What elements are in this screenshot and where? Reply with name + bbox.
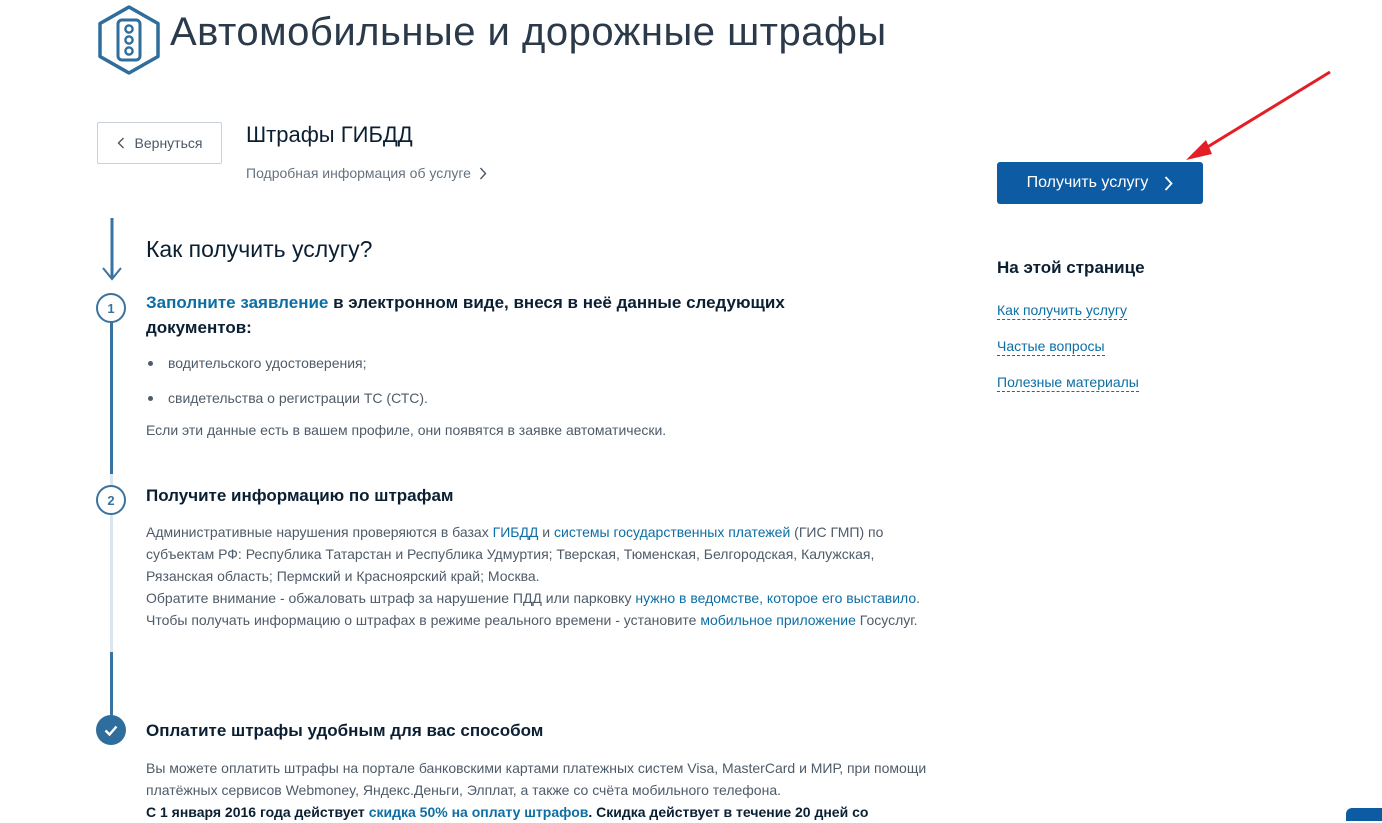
step-2-heading: Получите информацию по штрафам bbox=[146, 486, 454, 505]
text: Обратите внимание - обжаловать штраф за … bbox=[146, 590, 636, 606]
mobile-app-link[interactable]: мобильное приложение bbox=[700, 612, 856, 628]
list-item: водительского удостоверения; bbox=[146, 350, 428, 385]
chevron-right-icon bbox=[1165, 175, 1174, 191]
timeline-progress bbox=[110, 652, 113, 715]
text: Госуслуг. bbox=[855, 612, 918, 628]
get-service-button[interactable]: Получить услугу bbox=[997, 162, 1203, 204]
annotation-arrow-icon bbox=[1186, 70, 1331, 160]
step-3-heading: Оплатите штрафы удобным для вас способом bbox=[146, 721, 544, 740]
text: С 1 января 2016 года действует bbox=[146, 804, 369, 820]
step-2-paragraph-1: Административные нарушения проверяются в… bbox=[146, 521, 931, 631]
chevron-right-icon bbox=[479, 167, 487, 179]
text: Чтобы получать информацию о штрафах в ре… bbox=[146, 612, 701, 628]
toc-link-materials[interactable]: Полезные материалы bbox=[997, 374, 1139, 392]
service-title: Штрафы ГИБДД bbox=[246, 122, 413, 147]
step-1-heading: Заполните заявление в электронном виде, … bbox=[146, 290, 866, 340]
step-1-badge: 1 bbox=[96, 293, 126, 323]
back-button[interactable]: Вернуться bbox=[97, 122, 222, 164]
appeal-agency-link[interactable]: нужно в ведомстве, которое его выставило bbox=[635, 590, 916, 606]
page-title: Автомобильные и дорожные штрафы bbox=[170, 10, 887, 54]
timeline-progress bbox=[110, 319, 113, 474]
text: . bbox=[916, 590, 921, 606]
fill-application-link[interactable]: Заполните заявление bbox=[146, 293, 328, 312]
list-item: свидетельства о регистрации ТС (СТС). bbox=[146, 385, 428, 420]
traffic-light-icon bbox=[98, 5, 160, 75]
service-info-label: Подробная информация об услуге bbox=[246, 165, 471, 181]
profile-note: Если эти данные есть в вашем профиле, он… bbox=[146, 422, 667, 438]
help-widget-button[interactable] bbox=[1346, 808, 1382, 821]
check-icon bbox=[104, 725, 118, 736]
chevron-left-icon bbox=[117, 137, 124, 149]
documents-list: водительского удостоверения; свидетельст… bbox=[146, 350, 428, 420]
gis-gmp-link[interactable]: системы государственных платежей bbox=[554, 524, 790, 540]
step-2-badge: 2 bbox=[96, 485, 126, 515]
how-to-title: Как получить услугу? bbox=[146, 236, 373, 262]
toc-link-how-to[interactable]: Как получить услугу bbox=[997, 302, 1128, 320]
step-3-paragraph: Вы можете оплатить штрафы на портале бан… bbox=[146, 757, 936, 823]
text: . Скидка действует в течение 20 дней со bbox=[588, 804, 869, 820]
gibdd-link[interactable]: ГИБДД bbox=[493, 524, 539, 540]
service-info-link[interactable]: Подробная информация об услуге bbox=[246, 165, 487, 181]
text: Административные нарушения проверяются в… bbox=[146, 524, 493, 540]
discount-link[interactable]: скидка 50% на оплату штрафов bbox=[369, 804, 589, 820]
arrow-down-icon bbox=[102, 218, 122, 281]
step-3-check-badge bbox=[96, 715, 126, 745]
text: и bbox=[538, 524, 555, 540]
back-button-label: Вернуться bbox=[134, 135, 203, 151]
text: Вы можете оплатить штрафы на портале бан… bbox=[146, 760, 927, 798]
get-service-label: Получить услугу bbox=[1026, 174, 1149, 191]
toc-link-faq[interactable]: Частые вопросы bbox=[997, 338, 1105, 356]
toc-title: На этой странице bbox=[997, 258, 1145, 277]
